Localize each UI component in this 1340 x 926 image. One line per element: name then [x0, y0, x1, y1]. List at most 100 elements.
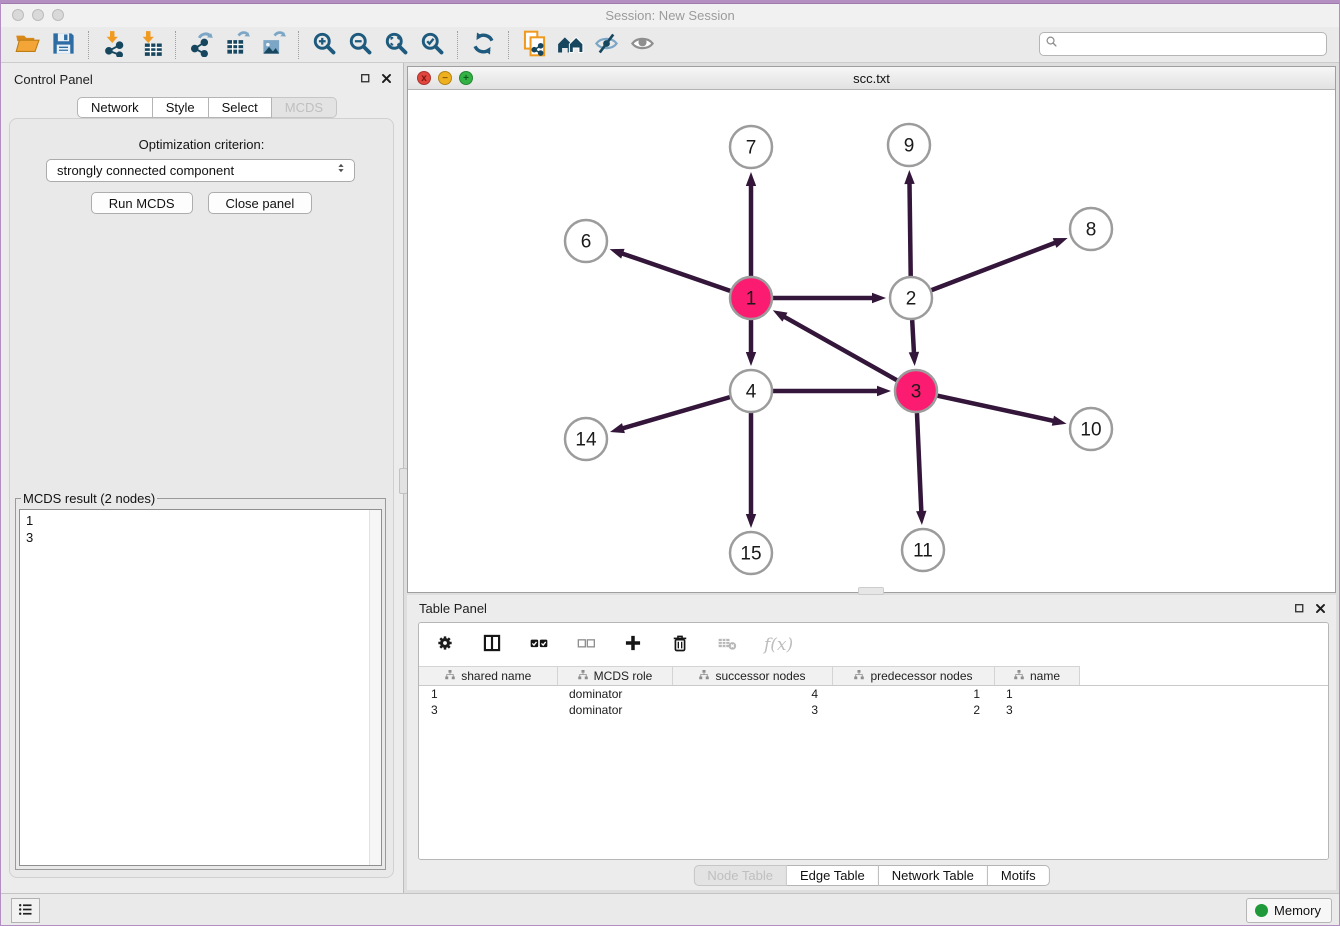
tab-select[interactable]: Select — [209, 97, 272, 118]
fx-icon: f(x) — [764, 635, 793, 655]
cell-name[interactable]: 3 — [994, 702, 1079, 718]
show-all-button[interactable] — [624, 29, 660, 61]
edge-3-1[interactable] — [783, 316, 897, 380]
table-row[interactable]: 1dominator411 — [419, 686, 1328, 702]
column-header-MCDS-role[interactable]: MCDS role — [557, 667, 672, 686]
criterion-select[interactable]: strongly connected component — [46, 159, 355, 182]
mcds-result-title: MCDS result (2 nodes) — [21, 491, 157, 506]
columns-icon — [482, 633, 502, 656]
cell-predecessor-nodes[interactable]: 2 — [832, 702, 994, 718]
memory-button[interactable]: Memory — [1246, 898, 1332, 923]
table-row[interactable]: 3dominator323 — [419, 702, 1328, 718]
control-panel-float-button[interactable] — [358, 71, 372, 85]
edge-4-14[interactable] — [622, 397, 730, 429]
tab-network-table[interactable]: Network Table — [879, 865, 988, 886]
zoom-out-button[interactable] — [342, 29, 378, 61]
export-network-button[interactable] — [183, 29, 219, 61]
network-canvas[interactable]: 7968124314101511 — [408, 90, 1335, 592]
cell-successor-nodes[interactable]: 4 — [672, 686, 832, 702]
tab-network[interactable]: Network — [77, 97, 153, 118]
cell-predecessor-nodes[interactable]: 1 — [832, 686, 994, 702]
table-panel-body: f(x) shared nameMCDS rolesuccessor nodes… — [418, 622, 1329, 860]
graph-node-label-9: 9 — [904, 136, 915, 157]
search-box[interactable] — [1039, 32, 1327, 56]
graph-node-label-8: 8 — [1086, 220, 1097, 241]
import-network-button[interactable] — [96, 29, 132, 61]
cell-shared-name[interactable]: 3 — [419, 702, 557, 718]
edge-2-9[interactable] — [909, 182, 910, 276]
task-history-button[interactable] — [11, 898, 40, 923]
table-panel: Table Panel f(x) shared nameMCDS rolesuc… — [407, 595, 1336, 890]
column-header-predecessor-nodes[interactable]: predecessor nodes — [832, 667, 994, 686]
cell-shared-name[interactable]: 1 — [419, 686, 557, 702]
network-window-titlebar[interactable]: x − + scc.txt — [408, 67, 1335, 90]
edge-1-6[interactable] — [621, 253, 730, 291]
optimization-criterion-label: Optimization criterion: — [10, 137, 393, 152]
mcds-result-scrollbar[interactable] — [369, 510, 381, 865]
network-graph[interactable]: 7968124314101511 — [408, 90, 1335, 592]
horizontal-splitter-grip[interactable] — [858, 587, 884, 595]
toolbar-separator — [508, 31, 509, 59]
table-settings-button[interactable] — [435, 632, 455, 658]
zoom-selected-button[interactable] — [414, 29, 450, 61]
eye-icon — [629, 30, 656, 60]
table-panel-close-button[interactable] — [1313, 601, 1327, 615]
refresh-icon — [470, 30, 497, 60]
control-panel-title: Control Panel — [14, 72, 93, 87]
edge-3-11[interactable] — [917, 413, 921, 513]
toggle-columns-button[interactable] — [482, 632, 502, 658]
tab-style[interactable]: Style — [153, 97, 209, 118]
delete-column-button[interactable] — [670, 632, 690, 658]
export-image-icon — [260, 30, 287, 60]
zoom-fit-button[interactable] — [378, 29, 414, 61]
edge-arrowhead-1-7 — [746, 172, 756, 186]
column-header-shared-name[interactable]: shared name — [419, 667, 557, 686]
graph-node-label-6: 6 — [581, 232, 592, 253]
mcds-tab-page: Optimization criterion: strongly connect… — [9, 118, 394, 878]
folder-open-icon — [14, 30, 41, 60]
zoom-selected-icon — [419, 30, 446, 60]
import-table-button[interactable] — [132, 29, 168, 61]
main-toolbar-buttons — [9, 29, 660, 61]
trash-icon — [670, 633, 690, 656]
tab-node-table[interactable]: Node Table — [693, 865, 787, 886]
mcds-result-box[interactable]: 1 3 — [19, 509, 382, 866]
table-panel-float-button[interactable] — [1292, 601, 1306, 615]
select-all-rows-button[interactable] — [529, 632, 549, 658]
export-table-button[interactable] — [219, 29, 255, 61]
table-panel-tabs: Node TableEdge TableNetwork TableMotifs — [693, 865, 1049, 886]
column-header-name[interactable]: name — [994, 667, 1079, 686]
edge-2-3[interactable] — [912, 320, 914, 354]
mcds-result-group: MCDS result (2 nodes) 1 3 — [15, 491, 386, 870]
add-column-button[interactable] — [623, 632, 643, 658]
tree-icon — [1013, 669, 1025, 684]
cell-MCDS-role[interactable]: dominator — [557, 702, 672, 718]
control-panel-close-button[interactable] — [379, 71, 393, 85]
tab-edge-table[interactable]: Edge Table — [787, 865, 879, 886]
search-input[interactable] — [1059, 34, 1322, 54]
cell-MCDS-role[interactable]: dominator — [557, 686, 672, 702]
mcds-result-text: 1 3 — [20, 510, 381, 548]
clone-network-button[interactable] — [516, 29, 552, 61]
column-header-successor-nodes[interactable]: successor nodes — [672, 667, 832, 686]
cell-successor-nodes[interactable]: 3 — [672, 702, 832, 718]
hide-selected-button[interactable] — [588, 29, 624, 61]
graph-node-label-4: 4 — [746, 382, 757, 403]
edge-2-8[interactable] — [932, 242, 1057, 290]
tab-mcds[interactable]: MCDS — [272, 97, 337, 118]
apply-layout-button[interactable] — [465, 29, 501, 61]
tab-motifs[interactable]: Motifs — [988, 865, 1050, 886]
run-mcds-button[interactable]: Run MCDS — [91, 192, 193, 214]
zoom-out-icon — [347, 30, 374, 60]
zoom-in-button[interactable] — [306, 29, 342, 61]
memory-status-dot — [1255, 904, 1268, 917]
edge-3-10[interactable] — [937, 396, 1054, 421]
first-neighbors-button[interactable] — [552, 29, 588, 61]
open-session-button[interactable] — [9, 29, 45, 61]
cell-name[interactable]: 1 — [994, 686, 1079, 702]
export-image-button[interactable] — [255, 29, 291, 61]
deselect-all-rows-button[interactable] — [576, 632, 596, 658]
save-session-button[interactable] — [45, 29, 81, 61]
criterion-selected-value: strongly connected component — [57, 163, 334, 178]
close-panel-button[interactable]: Close panel — [208, 192, 313, 214]
